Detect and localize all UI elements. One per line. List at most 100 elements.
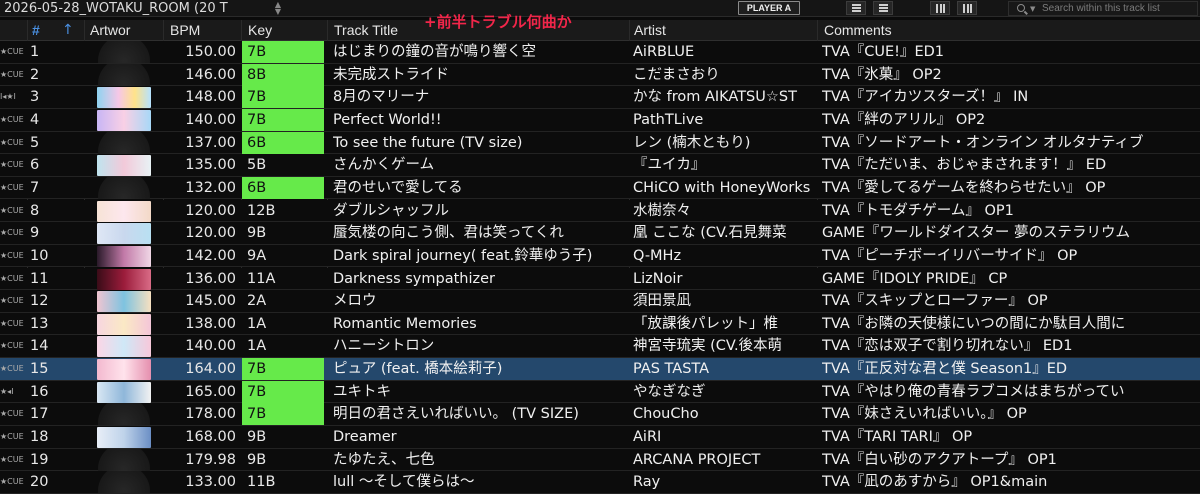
track-comment[interactable]: TVA『氷菓』 OP2 xyxy=(822,64,1200,86)
track-title[interactable]: 8月のマリーナ xyxy=(333,86,627,108)
track-comment[interactable]: TVA『絆のアリル』 OP2 xyxy=(822,109,1200,131)
track-title[interactable]: 蜃気楼の向こう側、君は笑ってくれ xyxy=(333,222,627,244)
track-artist[interactable]: LizNoir xyxy=(633,268,813,290)
column-view-icon[interactable] xyxy=(930,1,950,15)
track-artist[interactable]: ChouCho xyxy=(633,403,813,425)
table-row[interactable]: ★CUE 18 168.00 9B Dreamer AiRI TVA『TARI TARI』 … xyxy=(0,426,1200,449)
track-comment[interactable]: TVA『お隣の天使様にいつの間にか駄目人間に xyxy=(822,313,1200,335)
track-title[interactable]: Dreamer xyxy=(333,426,627,448)
table-row[interactable]: ★CUE 13 138.00 1A Romantic Memories 「放課後パレット」… xyxy=(0,312,1200,336)
track-title[interactable]: Perfect World!! xyxy=(333,109,627,131)
column-header-title[interactable]: Track Title xyxy=(334,20,424,41)
artwork-cell xyxy=(85,154,163,177)
track-comment[interactable]: GAME『IDOLY PRIDE』 CP xyxy=(822,268,1200,290)
table-row[interactable]: ★CUE 17 178.00 7B 明日の君さえいればいい。 (TV SIZE) Chou… xyxy=(0,403,1200,426)
track-comment[interactable]: GAME『ワールドダイスター 夢のステラリウム xyxy=(822,222,1200,244)
column-header-artwork[interactable]: Artwor xyxy=(90,20,164,41)
track-comment[interactable]: TVA『愛してるゲームを終わらせたい』 OP xyxy=(822,177,1200,199)
track-artist[interactable]: ARCANA PROJECT xyxy=(633,449,813,471)
track-comment[interactable]: TVA『恋は双子で割り切れない』 ED1 xyxy=(822,335,1200,357)
track-artist[interactable]: PathTLive xyxy=(633,109,813,131)
column-header-comments[interactable]: Comments xyxy=(824,20,1024,41)
table-row[interactable]: ★CUE 4 140.00 7B Perfect World!! PathTLive TVA… xyxy=(0,108,1200,132)
split-view-icon[interactable] xyxy=(957,1,977,15)
track-artist[interactable]: Q-MHz xyxy=(633,245,813,267)
chevron-down-icon[interactable]: ▼ xyxy=(1030,3,1035,15)
track-comment[interactable]: TVA『白い砂のアクアトープ』 OP1 xyxy=(822,449,1200,471)
playlist-sort-icon[interactable]: ▲ ▼ xyxy=(271,1,285,16)
track-artist[interactable]: 「放課後パレット」椎 xyxy=(633,313,813,335)
track-title[interactable]: メロウ xyxy=(333,290,627,312)
table-row[interactable]: ★CUE 20 133.00 11B lull 〜そして僕らは〜 Ray TVA『凪のあすか… xyxy=(0,471,1200,494)
track-artist[interactable]: PAS TASTA xyxy=(633,358,813,380)
table-row[interactable]: ★CUE 15 164.00 7B ピュア (feat. 橋本絵莉子) PAS TASTA… xyxy=(0,358,1200,381)
track-artist[interactable]: Ray xyxy=(633,471,813,493)
table-row[interactable]: ★◂I 16 165.00 7B ユキトキ やなぎなぎ TVA『やはり俺の青春ラブコメはまち… xyxy=(0,380,1200,404)
table-row[interactable]: ★CUE 14 140.00 1A ハニーシトロン 神宮寺琉実 (CV.後本萌 TVA『恋は… xyxy=(0,335,1200,359)
track-comment[interactable]: TVA『正反対な君と僕 Season1』ED xyxy=(822,358,1200,380)
track-title[interactable]: ハニーシトロン xyxy=(333,335,627,357)
track-artist[interactable]: AiRBLUE xyxy=(633,41,813,63)
track-comment[interactable]: TVA『CUE!』ED1 xyxy=(822,41,1200,63)
playlist-title[interactable]: 2026-05-28_WOTAKU_ROOM (20 T xyxy=(4,0,268,17)
track-artist[interactable]: かな from AIKATSU☆ST xyxy=(633,86,813,108)
table-row[interactable]: ★CUE 6 135.00 5B さんかくゲーム 『ユイカ』 TVA『ただいま、おじゃまされ… xyxy=(0,154,1200,177)
table-row[interactable]: ★CUE 7 132.00 6B 君のせいで愛してる CHiCO with HoneyWo… xyxy=(0,176,1200,200)
track-artist[interactable]: レン (楠木ともり) xyxy=(633,132,813,154)
table-row[interactable]: ★CUE 10 142.00 9A Dark spiral journey( feat.… xyxy=(0,244,1200,268)
track-artist[interactable]: CHiCO with HoneyWorks xyxy=(633,177,813,199)
track-artist[interactable]: AiRI xyxy=(633,426,813,448)
table-row[interactable]: ★CUE 12 145.00 2A メロウ 須田景凪 TVA『スキップとローファー』 OP xyxy=(0,290,1200,313)
track-artist[interactable]: こだまさおり xyxy=(633,64,813,86)
track-comment[interactable]: TVA『凪のあすから』 OP1&main xyxy=(822,471,1200,493)
track-comment[interactable]: TVA『やはり俺の青春ラブコメはまちがってい xyxy=(822,381,1200,403)
table-row[interactable]: ★CUE 5 137.00 6B To see the future (TV size)… xyxy=(0,131,1200,155)
track-comment[interactable]: TVA『妹さえいればいい。』 OP xyxy=(822,403,1200,425)
track-title[interactable]: 明日の君さえいればいい。 (TV SIZE) xyxy=(333,403,627,425)
track-title[interactable]: さんかくゲーム xyxy=(333,154,627,176)
track-title[interactable]: たゆたえ、七色 xyxy=(333,449,627,471)
cue-marker: I◂★I xyxy=(0,92,16,102)
track-title[interactable]: はじまりの鐘の音が鳴り響く空 xyxy=(333,41,627,63)
track-comment[interactable]: TVA『TARI TARI』 OP xyxy=(822,426,1200,448)
search-input[interactable] xyxy=(1042,2,1196,15)
search-box[interactable]: ▼ xyxy=(1008,1,1198,16)
table-row[interactable]: ★CUE 19 179.98 9B たゆたえ、七色 ARCANA PROJECT TVA『白… xyxy=(0,448,1200,472)
track-artist[interactable]: 須田景凪 xyxy=(633,290,813,312)
column-header-number[interactable]: # xyxy=(32,20,52,41)
table-row[interactable]: ★CUE 1 150.00 7B はじまりの鐘の音が鳴り響く空 AiRBLUE TVA『CU… xyxy=(0,41,1200,64)
sort-ascending-icon[interactable]: ↑ xyxy=(62,20,74,41)
track-artist[interactable]: 神宮寺琉実 (CV.後本萌 xyxy=(633,335,813,357)
track-comment[interactable]: TVA『ピーチボーイリバーサイド』 OP xyxy=(822,245,1200,267)
track-artist[interactable]: 水樹奈々 xyxy=(633,200,813,222)
table-row[interactable]: ★CUE 9 120.00 9B 蜃気楼の向こう側、君は笑ってくれ凰 ここな (CV.石… xyxy=(0,222,1200,245)
track-comment[interactable]: TVA『アイカツスターズ！』 IN xyxy=(822,86,1200,108)
column-header-artist[interactable]: Artist xyxy=(634,20,814,41)
list-view-icon[interactable] xyxy=(846,1,866,15)
track-title[interactable]: To see the future (TV size) xyxy=(333,132,627,154)
track-title[interactable]: Romantic Memories xyxy=(333,313,627,335)
track-comment[interactable]: TVA『トモダチゲーム』 OP1 xyxy=(822,200,1200,222)
track-artist[interactable]: 『ユイカ』 xyxy=(633,154,813,176)
track-title[interactable]: lull 〜そして僕らは〜 xyxy=(333,471,627,493)
player-select-button[interactable]: PLAYER A xyxy=(738,1,800,15)
track-comment[interactable]: TVA『スキップとローファー』 OP xyxy=(822,290,1200,312)
column-header-bpm[interactable]: BPM xyxy=(170,20,240,41)
track-title[interactable]: Darkness sympathizer xyxy=(333,268,627,290)
track-comment[interactable]: TVA『ただいま、おじゃまされます！』 ED xyxy=(822,154,1200,176)
track-artist[interactable]: やなぎなぎ xyxy=(633,381,813,403)
table-row[interactable]: ★CUE 11 136.00 11A Darkness sympathizer LizNo… xyxy=(0,267,1200,291)
track-title[interactable]: ダブルシャッフル xyxy=(333,200,627,222)
table-row[interactable]: I◂★I 3 148.00 7B 8月のマリーナ かな from AIKATSU☆ST TV… xyxy=(0,86,1200,109)
detail-list-view-icon[interactable] xyxy=(873,1,893,15)
track-title[interactable]: ユキトキ xyxy=(333,381,627,403)
table-row[interactable]: ★CUE 2 146.00 8B 未完成ストライド こだまさおり TVA『氷菓』 OP2 xyxy=(0,63,1200,87)
track-title[interactable]: Dark spiral journey( feat.鈴華ゆう子) xyxy=(333,245,627,267)
table-row[interactable]: ★CUE 8 120.00 12B ダブルシャッフル 水樹奈々 TVA『トモダチゲーム』 O… xyxy=(0,199,1200,223)
track-title[interactable]: 君のせいで愛してる xyxy=(333,177,627,199)
track-comment[interactable]: TVA『ソードアート・オンライン オルタナティブ xyxy=(822,132,1200,154)
track-title[interactable]: 未完成ストライド xyxy=(333,64,627,86)
track-artist[interactable]: 凰 ここな (CV.石見舞菜 xyxy=(633,222,813,244)
track-title[interactable]: ピュア (feat. 橋本絵莉子) xyxy=(333,358,627,380)
column-header-key[interactable]: Key xyxy=(248,20,328,41)
